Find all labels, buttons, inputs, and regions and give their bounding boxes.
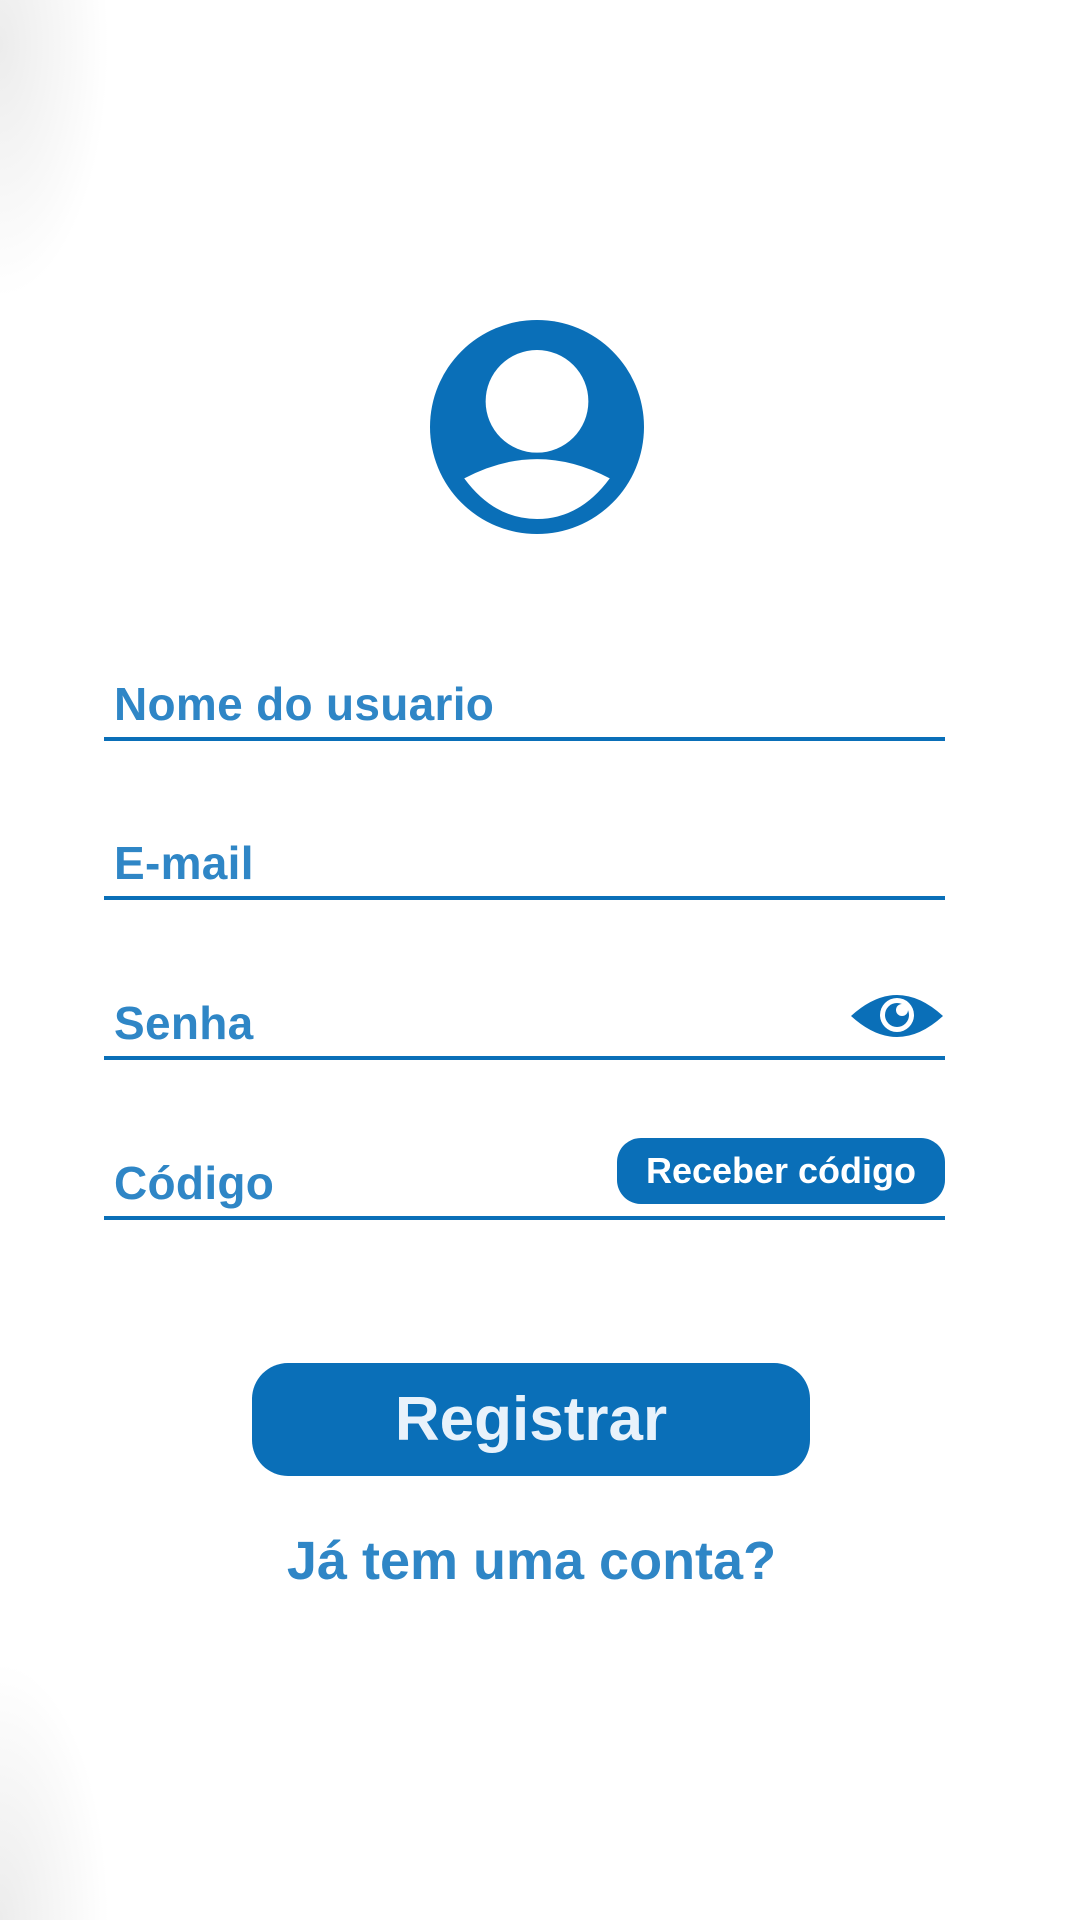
eye-icon[interactable] (849, 988, 945, 1044)
register-button[interactable]: Registrar (252, 1363, 810, 1476)
code-field[interactable]: Código Receber código (104, 1138, 945, 1220)
email-placeholder: E-mail (114, 837, 254, 889)
user-icon (430, 320, 644, 534)
email-field[interactable]: E-mail (104, 830, 945, 900)
login-link[interactable]: Já tem uma conta? (0, 1530, 1063, 1592)
receive-code-button[interactable]: Receber código (617, 1138, 945, 1204)
username-placeholder: Nome do usuario (114, 678, 495, 730)
password-field[interactable]: Senha (104, 990, 945, 1060)
code-placeholder: Código (114, 1157, 275, 1209)
password-placeholder: Senha (114, 997, 254, 1049)
background-shade (0, 1660, 110, 1920)
background-shade (0, 0, 110, 300)
username-field[interactable]: Nome do usuario (104, 671, 945, 741)
